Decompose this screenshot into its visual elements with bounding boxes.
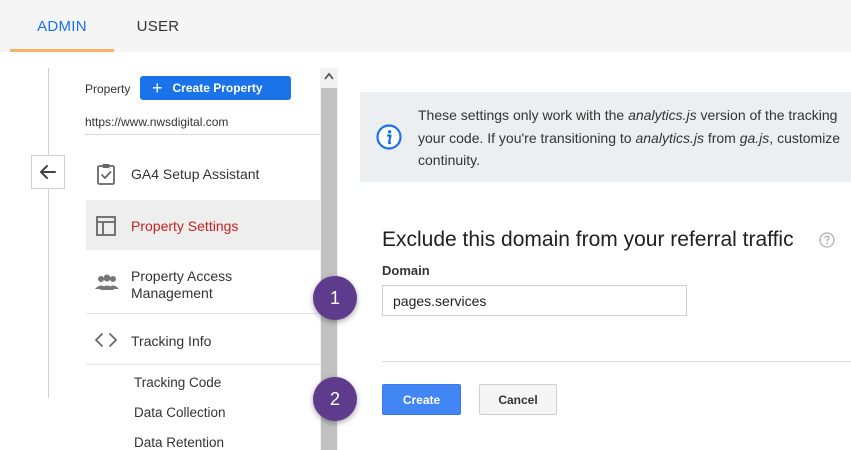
rail-divider	[48, 68, 49, 398]
sidebar-item-label: GA4 Setup Assistant	[131, 166, 260, 182]
people-icon	[94, 274, 120, 297]
form-divider	[382, 361, 851, 362]
code-brackets-icon	[94, 331, 118, 354]
info-icon	[376, 124, 402, 150]
sidebar-item-label: Tracking Info	[131, 333, 212, 349]
form-title: Exclude this domain from your referral t…	[382, 228, 794, 251]
tab-user[interactable]: USER	[120, 0, 196, 52]
domain-input[interactable]	[382, 285, 687, 316]
chevron-up-icon	[324, 72, 334, 80]
sidebar-subitem-tracking-code[interactable]: Tracking Code	[134, 375, 221, 390]
step-badge-2: 2	[313, 377, 357, 421]
help-icon[interactable]	[819, 232, 835, 248]
scroll-up-button[interactable]	[320, 68, 338, 84]
top-tab-bar: ADMIN USER	[0, 0, 851, 52]
sidebar-subitem-data-retention[interactable]: Data Retention	[134, 435, 224, 450]
sidebar-item-tracking-info[interactable]: Tracking Info	[86, 315, 320, 365]
sidebar-item-property-access-management[interactable]: Property Access Management	[86, 252, 320, 314]
arrow-left-icon	[40, 165, 56, 179]
sidebar-item-label: Property Access Management	[131, 268, 233, 301]
step-badge-1: 1	[313, 276, 357, 320]
admin-sidebar	[0, 52, 340, 450]
property-divider	[85, 134, 320, 135]
create-property-button[interactable]: + Create Property	[140, 76, 291, 100]
cancel-button[interactable]: Cancel	[479, 384, 557, 415]
create-button[interactable]: Create	[382, 384, 461, 415]
info-text: These settings only work with the analyt…	[418, 107, 841, 168]
tab-admin[interactable]: ADMIN	[10, 0, 114, 52]
info-notice: These settings only work with the analyt…	[360, 92, 851, 182]
sidebar-item-label: Property Settings	[131, 218, 239, 234]
clipboard-check-icon	[94, 162, 118, 191]
window-layout-icon	[94, 214, 118, 243]
property-url[interactable]: https://www.nwsdigital.com	[85, 115, 228, 129]
sidebar-item-ga4-setup-assistant[interactable]: GA4 Setup Assistant	[86, 148, 320, 198]
sidebar-subitem-data-collection[interactable]: Data Collection	[134, 405, 226, 420]
plus-icon: +	[152, 78, 163, 98]
domain-label: Domain	[382, 263, 430, 278]
property-label: Property	[85, 82, 131, 96]
create-property-label: Create Property	[172, 81, 263, 95]
sidebar-item-property-settings[interactable]: Property Settings	[86, 200, 320, 250]
back-button[interactable]	[31, 155, 65, 189]
